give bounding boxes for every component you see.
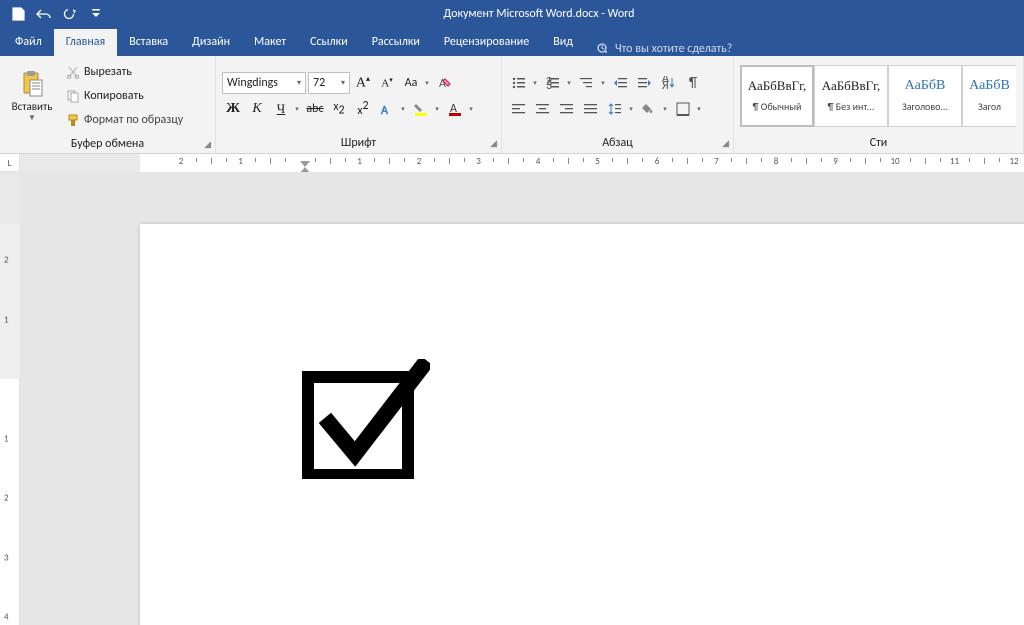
paste-dropdown-icon: ▼: [28, 113, 36, 123]
paragraph-group-label: Абзац: [602, 136, 633, 150]
shrink-font-button[interactable]: A▾: [376, 72, 398, 94]
redo-button[interactable]: [58, 2, 82, 26]
bullets-dropdown[interactable]: ▾: [530, 72, 540, 94]
underline-button[interactable]: Ч: [270, 98, 292, 120]
tab-mailings[interactable]: Рассылки: [360, 29, 432, 56]
font-size-combo[interactable]: 72▾: [308, 72, 350, 94]
sort-button[interactable]: AЯ: [658, 72, 680, 94]
paste-button[interactable]: Вставить ▼: [6, 60, 58, 132]
justify-button[interactable]: [580, 98, 602, 120]
show-marks-button[interactable]: ¶: [682, 72, 704, 94]
paste-label: Вставить: [12, 100, 53, 113]
group-styles: АаБбВвГг, ¶ Обычный АаБбВвГг, ¶ Без инт.…: [734, 56, 1024, 153]
title-bar: Документ Microsoft Word.docx - Word: [0, 0, 1024, 28]
copy-button[interactable]: Копировать: [62, 85, 187, 107]
qat-customize-button[interactable]: [84, 2, 108, 26]
tab-file[interactable]: Файл: [3, 29, 54, 56]
tab-view[interactable]: Вид: [541, 29, 585, 56]
borders-button[interactable]: [672, 98, 694, 120]
numbering-dropdown[interactable]: ▾: [564, 72, 574, 94]
text-effects-dropdown[interactable]: ▾: [398, 98, 408, 120]
borders-dropdown[interactable]: ▾: [694, 98, 704, 120]
increase-indent-button[interactable]: [634, 72, 656, 94]
font-color-button[interactable]: A: [444, 98, 466, 120]
format-painter-button[interactable]: Формат по образцу: [62, 109, 187, 131]
clipboard-dialog-launcher[interactable]: ◢: [204, 137, 211, 152]
italic-button[interactable]: К: [246, 98, 268, 120]
cut-label: Вырезать: [84, 65, 132, 79]
tab-references[interactable]: Ссылки: [298, 29, 360, 56]
highlight-dropdown[interactable]: ▾: [432, 98, 442, 120]
vertical-ruler[interactable]: 211234: [0, 172, 20, 625]
format-painter-label: Формат по образцу: [84, 113, 183, 127]
grow-font-button[interactable]: A▴: [352, 72, 374, 94]
tab-selector[interactable]: L: [0, 154, 20, 172]
cut-button[interactable]: Вырезать: [62, 61, 187, 83]
ribbon: Вставить ▼ Вырезать Копировать Формат по…: [0, 56, 1024, 154]
save-button[interactable]: [6, 2, 30, 26]
group-clipboard: Вставить ▼ Вырезать Копировать Формат по…: [0, 56, 216, 153]
highlight-button[interactable]: [410, 98, 432, 120]
multilevel-list-button[interactable]: [576, 72, 598, 94]
group-font: Wingdings▾ 72▾ A▴ A▾ Aa▾ A Ж К Ч▾ abc x2…: [216, 56, 502, 153]
undo-button[interactable]: [32, 2, 56, 26]
tab-layout[interactable]: Макет: [242, 29, 298, 56]
subscript-button[interactable]: x2: [328, 98, 350, 120]
font-name-combo[interactable]: Wingdings▾: [222, 72, 306, 94]
clipboard-group-label: Буфер обмена: [71, 137, 144, 151]
document-content-glyph[interactable]: [300, 359, 430, 479]
shading-dropdown[interactable]: ▾: [660, 98, 670, 120]
decrease-indent-button[interactable]: [610, 72, 632, 94]
style-no-spacing[interactable]: АаБбВвГг, ¶ Без инт...: [814, 65, 888, 127]
style-normal[interactable]: АаБбВвГг, ¶ Обычный: [740, 65, 814, 127]
font-color-dropdown[interactable]: ▾: [466, 98, 476, 120]
document-area[interactable]: [20, 172, 1024, 625]
tell-me-search[interactable]: Что вы хотите сделать?: [585, 42, 742, 56]
tab-review[interactable]: Рецензирование: [432, 29, 541, 56]
underline-dropdown[interactable]: ▾: [292, 98, 302, 120]
numbering-button[interactable]: 123: [542, 72, 564, 94]
tab-design[interactable]: Дизайн: [180, 29, 242, 56]
line-spacing-dropdown[interactable]: ▾: [626, 98, 636, 120]
tell-me-label: Что вы хотите сделать?: [615, 42, 732, 56]
bold-button[interactable]: Ж: [222, 98, 244, 120]
change-case-dropdown[interactable]: ▾: [422, 72, 432, 94]
page[interactable]: [140, 224, 1024, 625]
change-case-button[interactable]: Aa: [400, 72, 422, 94]
clear-formatting-button[interactable]: A: [434, 72, 456, 94]
font-group-label: Шрифт: [341, 136, 376, 150]
multilevel-dropdown[interactable]: ▾: [598, 72, 608, 94]
style-heading1[interactable]: АаБбВ Заголово...: [888, 65, 962, 127]
styles-group-label: Сти: [870, 136, 888, 150]
shading-button[interactable]: [638, 98, 660, 120]
align-left-button[interactable]: [508, 98, 530, 120]
svg-text:A: A: [381, 104, 388, 117]
strikethrough-button[interactable]: abc: [304, 98, 326, 120]
style-heading2[interactable]: АаБбВ Загол: [962, 65, 1016, 127]
window-title: Документ Microsoft Word.docx - Word: [114, 7, 964, 21]
align-center-button[interactable]: [532, 98, 554, 120]
horizontal-ruler[interactable]: L 21123456789101112: [0, 154, 1024, 172]
tab-home[interactable]: Главная: [54, 29, 117, 56]
paragraph-dialog-launcher[interactable]: ◢: [722, 136, 729, 151]
align-right-button[interactable]: [556, 98, 578, 120]
group-paragraph: ▾ 123▾ ▾ AЯ ¶ ▾ ▾ ▾ Абзац◢: [502, 56, 734, 153]
tab-insert[interactable]: Вставка: [117, 29, 180, 56]
line-spacing-button[interactable]: [604, 98, 626, 120]
svg-text:Я: Я: [662, 79, 669, 90]
quick-access-toolbar: [0, 0, 114, 28]
ribbon-tabs: Файл Главная Вставка Дизайн Макет Ссылки…: [0, 28, 1024, 56]
bullets-button[interactable]: [508, 72, 530, 94]
text-effects-button[interactable]: A: [376, 98, 398, 120]
copy-label: Копировать: [84, 89, 144, 103]
workspace: 211234: [0, 172, 1024, 625]
font-dialog-launcher[interactable]: ◢: [490, 136, 497, 151]
superscript-button[interactable]: x2: [352, 98, 374, 120]
